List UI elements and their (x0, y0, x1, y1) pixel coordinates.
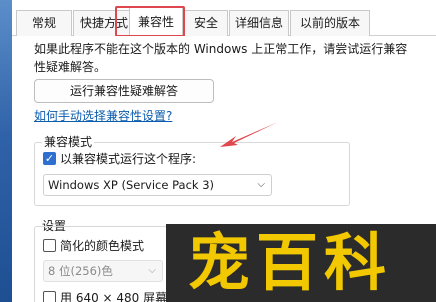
description-text: 如果此程序不能在这个版本的 Windows 上正常工作，请尝试运行兼容性疑难解答… (34, 42, 408, 74)
compat-mode-checkbox-row[interactable]: ✓ 以兼容模式运行这个程序: (43, 150, 196, 167)
checkbox-unchecked-icon[interactable] (43, 291, 56, 302)
run-troubleshooter-button[interactable]: 运行兼容性疑难解答 (34, 79, 214, 103)
watermark-text: 宠百科 (188, 226, 393, 299)
compat-mode-checkbox-label: 以兼容模式运行这个程序: (60, 152, 197, 166)
watermark-banner: 宠百科 (166, 224, 436, 302)
reduced-color-label: 简化的颜色模式 (60, 239, 145, 253)
desktop-edge (0, 0, 12, 302)
tab-previous-versions[interactable]: 以前的版本 (290, 10, 370, 36)
color-depth-select: 8 位(256)色 ⌵ (43, 260, 163, 282)
os-version-select[interactable]: Windows XP (Service Pack 3) ⌵ (43, 174, 272, 196)
tab-bar: 常规 快捷方式 兼容性 安全 详细信息 以前的版本 (12, 0, 436, 37)
reduced-color-checkbox-row[interactable]: 简化的颜色模式 (43, 237, 144, 254)
chevron-down-icon: ⌵ (148, 265, 156, 276)
tab-details[interactable]: 详细信息 (229, 10, 289, 36)
checkbox-checked-icon[interactable]: ✓ (43, 152, 56, 165)
tab-general[interactable]: 常规 (16, 10, 72, 36)
annotation-arrow (220, 122, 278, 147)
manual-settings-link[interactable]: 如何手动选择兼容性设置? (34, 107, 172, 124)
color-depth-value: 8 位(256)色 (48, 264, 113, 278)
tab-security[interactable]: 安全 (184, 10, 228, 36)
os-version-value: Windows XP (Service Pack 3) (48, 178, 215, 192)
compat-mode-title: 兼容模式 (42, 133, 95, 150)
active-tab-highlight-box (115, 6, 185, 37)
checkbox-unchecked-icon[interactable] (43, 239, 56, 252)
chevron-down-icon: ⌵ (257, 179, 265, 190)
